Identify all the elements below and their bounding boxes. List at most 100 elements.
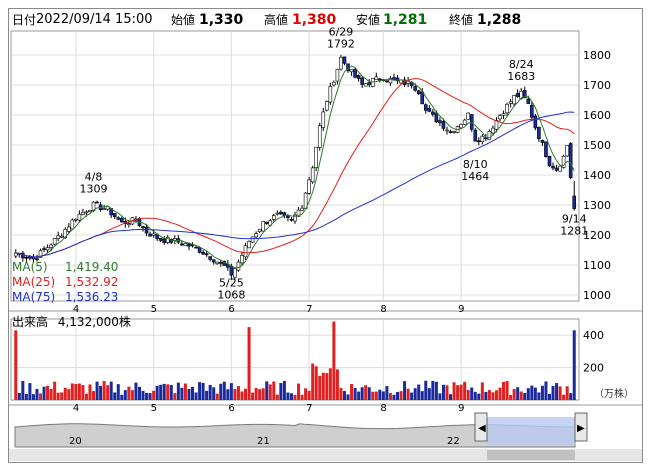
navigator-right-arrow: ▶ — [577, 423, 585, 434]
candle-body — [321, 111, 326, 128]
volume-bar — [134, 382, 138, 400]
volume-bar — [240, 391, 244, 400]
volume-bar — [311, 363, 315, 400]
price-tick-label: 1500 — [583, 139, 611, 152]
navigator-selection — [487, 417, 575, 445]
candle-body — [537, 126, 541, 140]
volume-bar — [466, 390, 470, 400]
volume-bar — [92, 391, 96, 400]
candle-body — [558, 165, 562, 172]
month-label-volume: 4 — [73, 403, 79, 414]
volume-bar — [212, 387, 216, 400]
candle-body — [314, 146, 319, 168]
volume-bar — [84, 393, 88, 400]
month-label: 8 — [380, 304, 386, 315]
candle-body — [498, 115, 502, 120]
volume-bar — [374, 391, 378, 400]
candle-body — [183, 243, 188, 247]
volume-bar — [166, 384, 170, 400]
candle-body — [201, 252, 205, 255]
volume-bar — [201, 382, 205, 400]
volume-bar — [272, 381, 276, 400]
ma-legend: MA(5) 1,419.40 MA(25) 1,532.92 MA(75) 1,… — [12, 260, 118, 305]
candle-body — [84, 211, 89, 214]
stock-chart: ◀ ▶ 1000110012001300140015001600170018004… — [9, 25, 642, 461]
volume-bar — [403, 381, 407, 400]
volume-bar — [459, 384, 463, 400]
month-label-volume: 9 — [458, 403, 464, 414]
candle-body — [215, 261, 220, 264]
volume-bar — [558, 386, 562, 400]
candlesticks — [13, 54, 577, 280]
volume-bar — [410, 392, 414, 400]
candle-body — [317, 125, 322, 148]
volume-bar — [81, 385, 85, 400]
candle-body — [279, 211, 283, 215]
month-label-volume: 6 — [228, 403, 234, 414]
candle-body — [112, 213, 117, 218]
volume-bar — [275, 394, 279, 400]
volume-bar — [46, 385, 50, 400]
volume-bar — [60, 392, 64, 400]
candle-body — [462, 119, 467, 125]
price-tick-label: 1000 — [583, 289, 611, 302]
volume-bar — [385, 386, 389, 400]
volume-bar — [120, 394, 124, 400]
candle-body — [413, 86, 417, 91]
candle-body — [328, 86, 333, 103]
volume-bar — [261, 388, 265, 400]
volume-unit: （万株） — [594, 389, 634, 400]
month-label-volume: 8 — [380, 403, 386, 414]
volume-bar — [53, 381, 57, 400]
volume-bar — [215, 393, 219, 400]
volume-bar — [350, 383, 354, 400]
candle-body — [335, 69, 340, 82]
candle-body — [257, 228, 262, 232]
candle-body — [469, 114, 474, 130]
volume-bar — [505, 381, 509, 400]
candle-body — [70, 219, 75, 230]
volume-bar — [477, 393, 481, 400]
candle-body — [441, 121, 446, 129]
volume-bar — [332, 321, 336, 400]
volume-bar — [509, 395, 513, 400]
legend-ma5: MA(5) 1,419.40 — [12, 260, 118, 275]
candle-body — [264, 221, 269, 224]
volume-bar — [445, 385, 449, 400]
moving-averages — [15, 65, 575, 269]
candle-body — [420, 91, 425, 105]
volume-bar — [127, 386, 131, 400]
volume-bar — [530, 385, 534, 400]
volume-bar — [346, 394, 350, 400]
volume-bar — [328, 368, 332, 400]
volume-bar — [325, 373, 329, 400]
candle-body — [240, 255, 244, 264]
candle-body — [56, 235, 60, 239]
candle-body — [448, 131, 453, 133]
candle-body — [204, 253, 209, 256]
volume-bar — [109, 381, 113, 400]
annotation-value: 1464 — [461, 170, 489, 183]
candle-body — [349, 69, 354, 73]
volume-bar — [304, 388, 308, 400]
volume-label: 出来高 — [12, 315, 49, 329]
candle-body — [416, 90, 421, 95]
volume-bar — [74, 384, 78, 400]
legend-ma25: MA(25) 1,532.92 — [12, 275, 118, 290]
legend-ma5-value: 1,419.40 — [65, 260, 119, 274]
volume-bar — [289, 393, 293, 400]
volume-bar — [562, 394, 566, 400]
volume-bar — [162, 383, 166, 400]
candle-body — [187, 243, 191, 247]
legend-ma75-value: 1,536.23 — [65, 290, 119, 304]
candle-body — [360, 77, 364, 85]
price-tick-label: 1100 — [583, 259, 611, 272]
volume-bar — [519, 391, 523, 400]
candle-body — [77, 213, 82, 221]
price-tick-label: 1600 — [583, 109, 611, 122]
candle-body — [254, 233, 258, 238]
volume-bar — [551, 385, 555, 400]
volume-bar — [498, 387, 502, 400]
navigator-left-arrow: ◀ — [478, 423, 486, 434]
navigator-scrollbar-thumb — [487, 450, 575, 460]
